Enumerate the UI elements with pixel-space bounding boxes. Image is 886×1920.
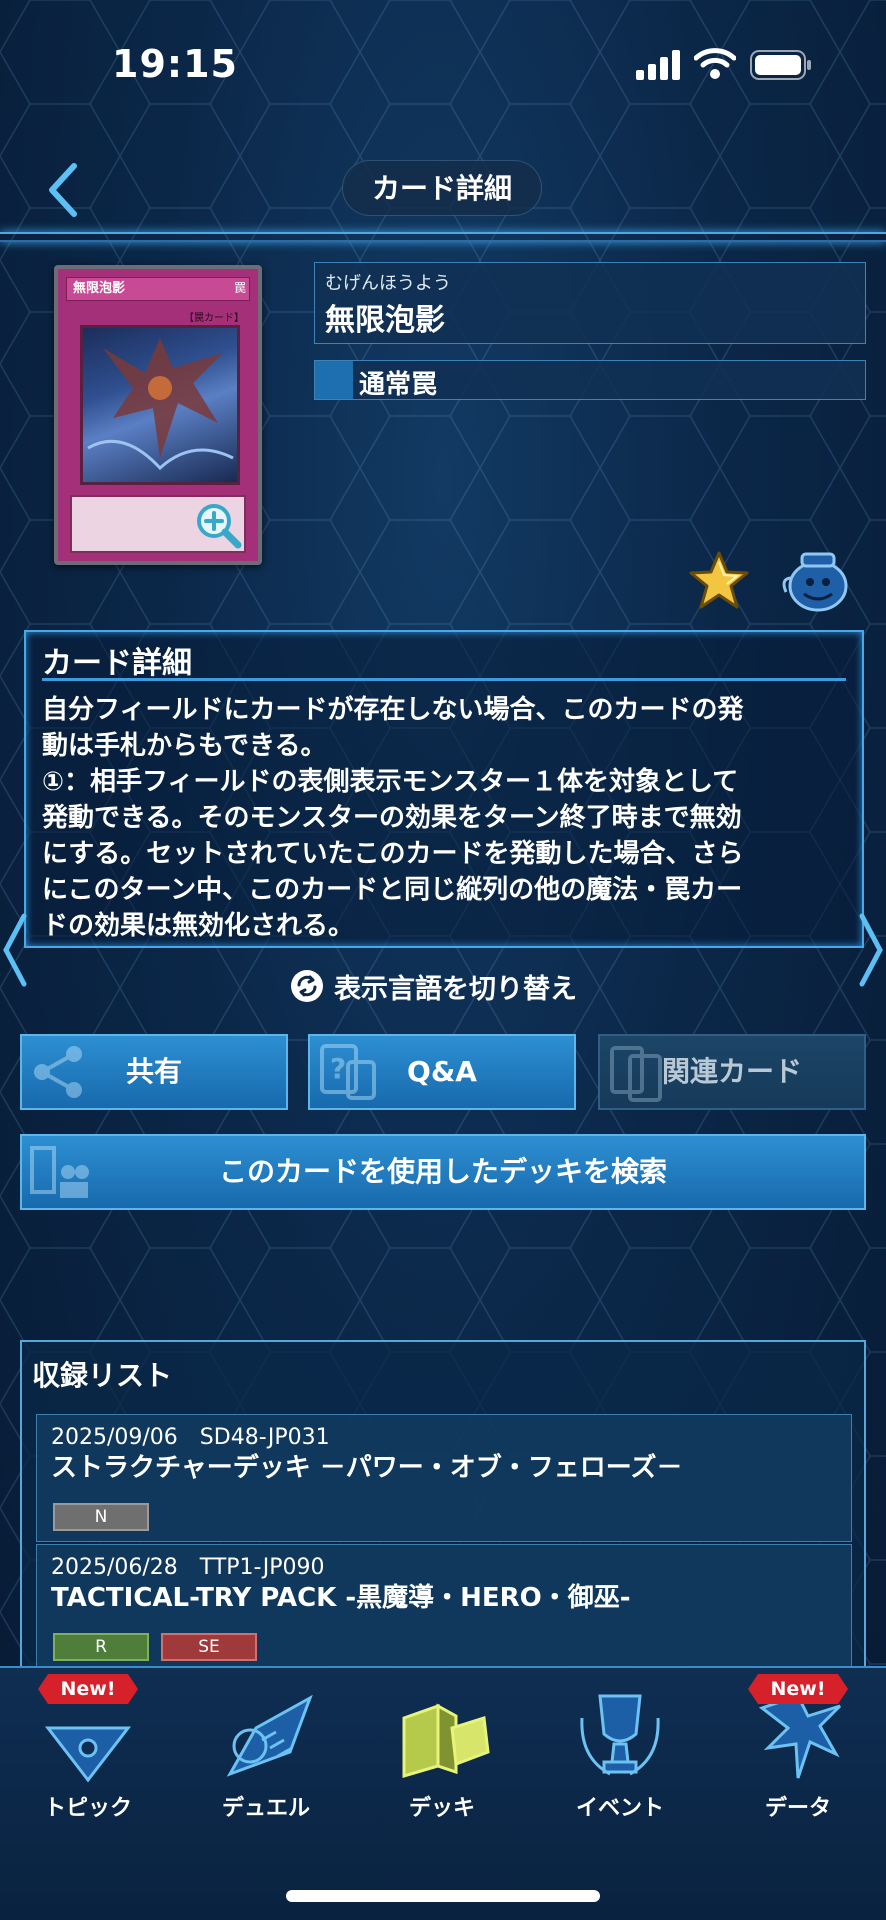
tab-topic[interactable]: New! トピック (18, 1674, 158, 1821)
favorite-star-icon[interactable] (688, 550, 750, 610)
rarity-badge: R (53, 1633, 149, 1661)
battery-icon (750, 50, 811, 80)
card-art-attribute: 罠 (233, 281, 246, 295)
share-button[interactable]: 共有 (20, 1034, 288, 1110)
release-list-panel: 収録リスト 2025/09/06 SD48-JP031 ストラクチャーデッキ －… (20, 1340, 866, 1674)
deck-users-icon (30, 1146, 89, 1198)
page-title: カード詳細 (342, 160, 542, 216)
tab-label: デッキ (408, 1796, 475, 1821)
next-card-arrow-icon[interactable] (856, 910, 886, 990)
tab-label: デュエル (221, 1796, 310, 1821)
search-decks-label: このカードを使用したデッキを検索 (218, 1155, 667, 1188)
rarity-badge: SE (161, 1633, 257, 1661)
back-button[interactable] (44, 162, 84, 218)
dragon-illustration (87, 338, 234, 471)
header: カード詳細 (0, 140, 886, 250)
card-art-name: 無限泡影 (66, 277, 250, 301)
previous-card-arrow-icon[interactable] (0, 910, 30, 990)
zoom-icon[interactable] (194, 501, 242, 549)
header-divider (0, 232, 886, 242)
trophy-icon (580, 1694, 660, 1776)
card-name: 無限泡影 (325, 303, 445, 338)
duel-disk-icon (226, 1694, 313, 1777)
signal-icon (636, 50, 680, 80)
pot-of-greed-icon[interactable] (780, 548, 852, 614)
qa-icon: ? (320, 1044, 376, 1100)
card-description-text: 自分フィールドにカードが存在しない場合、このカードの発 動は手札からもできる。 … (42, 695, 744, 941)
release-list-heading: 収録リスト (32, 1359, 173, 1392)
new-badge: New! (38, 1674, 138, 1704)
release-item[interactable]: 2025/09/06 SD48-JP031 ストラクチャーデッキ －パワー・オブ… (36, 1414, 852, 1542)
home-indicator[interactable] (286, 1890, 600, 1902)
share-icon (34, 1046, 82, 1098)
description-heading: カード詳細 (42, 646, 192, 681)
wifi-icon (694, 48, 736, 79)
tab-label: イベント (575, 1796, 664, 1821)
deck-icon (402, 1703, 490, 1779)
qa-button[interactable]: ? Q&A (308, 1034, 576, 1110)
status-time: 19:15 (112, 42, 238, 86)
card-ruby: むげんほうよう (325, 273, 451, 294)
language-toggle[interactable]: 表示言語を切り替え (290, 966, 577, 1006)
share-label: 共有 (125, 1055, 182, 1088)
rarity-badge: N (53, 1503, 149, 1531)
tab-label: データ (764, 1796, 831, 1821)
status-bar: 19:15 (0, 0, 886, 120)
language-toggle-label: 表示言語を切り替え (334, 973, 577, 1005)
card-type-marker (315, 361, 353, 399)
card-art-type-tag: 【罠カード】 (184, 313, 244, 324)
related-cards-label: 関連カード (661, 1055, 802, 1088)
tab-duel[interactable]: デュエル (196, 1688, 336, 1821)
related-cards-button[interactable]: 関連カード (598, 1034, 866, 1110)
card-description-panel: カード詳細 自分フィールドにカードが存在しない場合、このカードの発 動は手札から… (24, 630, 864, 948)
tab-data[interactable]: New! データ (728, 1674, 868, 1821)
new-badge: New! (748, 1674, 848, 1704)
tab-event[interactable]: イベント (550, 1688, 690, 1821)
search-decks-button[interactable]: このカードを使用したデッキを検索 (20, 1134, 866, 1210)
card-name-panel: むげんほうよう 無限泡影 (314, 262, 866, 344)
bottom-navigation: New! トピック デュエル デッキ イベント New! データ (0, 1666, 886, 1920)
svg-text:?: ? (330, 1052, 346, 1085)
release-product-name: ストラクチャーデッキ －パワー・オブ・フェローズ－ (51, 1453, 683, 1483)
card-type-panel: 通常罠 (314, 360, 866, 400)
tab-deck[interactable]: デッキ (372, 1688, 512, 1821)
related-cards-icon (610, 1046, 662, 1102)
tab-label: トピック (43, 1796, 132, 1821)
card-image[interactable]: 無限泡影 罠 【罠カード】 (54, 265, 262, 565)
release-product-name: TACTICAL-TRY PACK -黒魔導・HERO・御巫- (51, 1583, 631, 1613)
release-item[interactable]: 2025/06/28 TTP1-JP090 TACTICAL-TRY PACK … (36, 1544, 852, 1674)
switch-language-icon (291, 970, 323, 1002)
card-type: 通常罠 (359, 370, 438, 400)
qa-label: Q&A (407, 1055, 477, 1088)
card-illustration (80, 325, 240, 485)
description-heading-divider (42, 678, 846, 681)
